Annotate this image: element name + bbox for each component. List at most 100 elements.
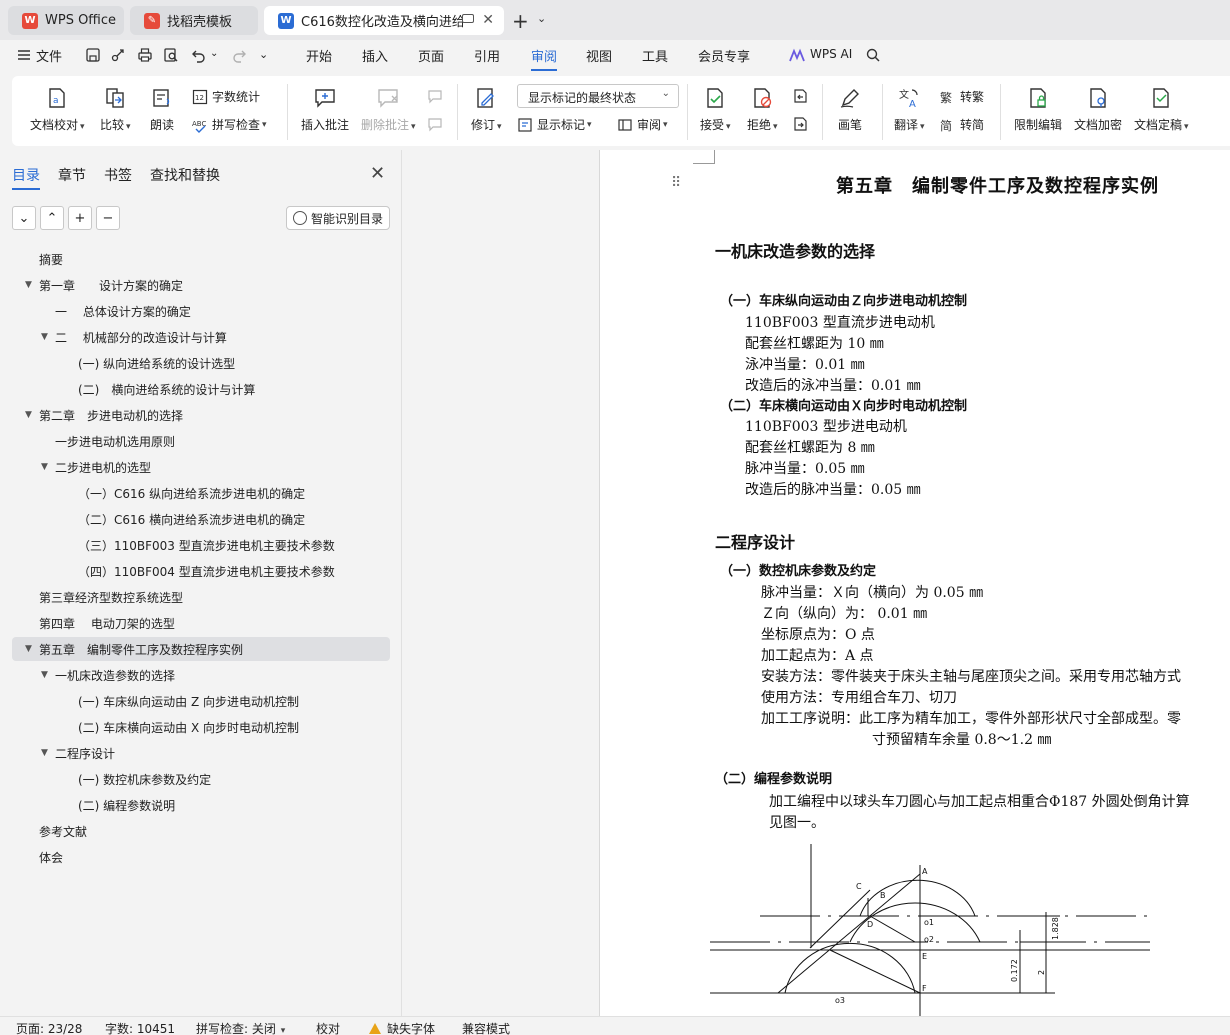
pen-button[interactable]: 画笔 — [838, 86, 862, 133]
menu-insert[interactable]: 插入 — [362, 46, 388, 65]
menu-references[interactable]: 引用 — [474, 46, 500, 65]
print-preview-icon[interactable] — [163, 47, 179, 63]
new-tab-icon[interactable]: + — [512, 9, 529, 33]
expand-toggle-icon[interactable]: ▼ — [25, 410, 32, 420]
toc-item[interactable]: (二) 编程参数说明 — [12, 793, 390, 817]
undo-dropdown-icon[interactable]: ⌄ — [210, 48, 218, 59]
menu-member[interactable]: 会员专享 — [698, 46, 750, 65]
word-count-button[interactable]: 12 字数统计 — [192, 88, 260, 105]
read-aloud-button[interactable]: 朗读 — [150, 86, 174, 133]
toc-item[interactable]: ▼ 一机床改造参数的选择 — [12, 663, 390, 687]
previous-revision-button[interactable] — [792, 88, 812, 104]
expand-toggle-icon[interactable]: ▼ — [25, 644, 32, 654]
proof-status[interactable]: 校对 — [316, 1020, 340, 1035]
toc-item[interactable]: 第四章 电动刀架的选型 — [12, 611, 390, 635]
finalize-button[interactable]: 文档定稿 ▾ — [1134, 86, 1189, 133]
nav-tab-toc[interactable]: 目录 — [12, 165, 40, 185]
menu-review[interactable]: 审阅 — [531, 46, 557, 65]
collapse-all-button[interactable]: ⌃ — [40, 206, 64, 230]
toc-item[interactable]: 体会 — [12, 845, 390, 869]
save-icon[interactable] — [85, 47, 101, 63]
menu-wps-ai[interactable]: WPS AI — [810, 47, 852, 61]
toc-item[interactable]: 参考文献 — [12, 819, 390, 843]
monitor-icon[interactable] — [462, 14, 474, 23]
markup-state-select[interactable]: 显示标记的最终状态 ⌄ — [517, 84, 679, 108]
compare-button[interactable]: 比较 ▾ — [100, 86, 131, 133]
search-icon[interactable] — [865, 47, 881, 63]
page-indicator[interactable]: 页面: 23/28 — [16, 1020, 82, 1035]
wps-ai-icon[interactable] — [789, 48, 805, 64]
drag-handle-icon[interactable]: ⠿ — [671, 175, 681, 191]
expand-toggle-icon[interactable]: ▼ — [25, 280, 32, 290]
encrypt-button[interactable]: 文档加密 — [1074, 86, 1122, 133]
menu-view[interactable]: 视图 — [586, 46, 612, 65]
expand-all-button[interactable]: ⌄ — [12, 206, 36, 230]
to-simplified-button[interactable]: 简 转简 — [940, 116, 984, 133]
toc-item[interactable]: 第三章经济型数控系统选型 — [12, 585, 390, 609]
toc-item[interactable]: ▼ 第一章 设计方案的确定 — [12, 273, 390, 297]
add-heading-button[interactable]: + — [68, 206, 92, 230]
hamburger-menu-icon[interactable] — [16, 47, 32, 63]
menu-start[interactable]: 开始 — [306, 46, 332, 65]
previous-comment-button[interactable] — [427, 88, 447, 104]
next-revision-button[interactable] — [792, 116, 812, 132]
translate-button[interactable]: 文A 翻译 ▾ — [894, 86, 925, 133]
toc-item[interactable]: (一) 数控机床参数及约定 — [12, 767, 390, 791]
remove-heading-button[interactable]: − — [96, 206, 120, 230]
menu-page[interactable]: 页面 — [418, 46, 444, 65]
expand-toggle-icon[interactable]: ▼ — [41, 462, 48, 472]
chevron-down-icon[interactable]: ⌄ — [537, 12, 546, 25]
nav-tab-find-replace[interactable]: 查找和替换 — [150, 165, 220, 185]
toc-item[interactable]: ▼ 二步进电机的选型 — [12, 455, 390, 479]
revise-button[interactable]: 修订 ▾ — [471, 86, 502, 133]
to-traditional-button[interactable]: 繁 转繁 — [940, 88, 984, 105]
toc-item[interactable]: ▼ 第五章 编制零件工序及数控程序实例 — [12, 637, 390, 661]
expand-toggle-icon[interactable]: ▼ — [41, 670, 48, 680]
expand-toggle-icon[interactable]: ▼ — [41, 748, 48, 758]
toc-item[interactable]: 一步进电动机选用原则 — [12, 429, 390, 453]
toc-item[interactable]: （四）110BF004 型直流步进电机主要技术参数 — [12, 559, 390, 583]
toc-item[interactable]: (二) 横向进给系统的设计与计算 — [12, 377, 390, 401]
spell-check-button[interactable]: ABC 拼写检查 ▾ — [192, 116, 267, 133]
toc-item[interactable]: （二）C616 横向进给系流步进电机的确定 — [12, 507, 390, 531]
spell-check-status[interactable]: 拼写检查: 关闭 ▾ — [196, 1020, 285, 1035]
toc-item[interactable]: (一) 车床纵向运动由 Z 向步进电动机控制 — [12, 689, 390, 713]
proofread-button[interactable]: a 文档校对 ▾ — [30, 86, 85, 133]
toc-item[interactable]: （一）C616 纵向进给系流步进电机的确定 — [12, 481, 390, 505]
missing-font-status[interactable]: 缺失字体 — [369, 1020, 435, 1035]
toc-item[interactable]: 一 总体设计方案的确定 — [12, 299, 390, 323]
toc-item[interactable]: （三）110BF003 型直流步进电机主要技术参数 — [12, 533, 390, 557]
reject-button[interactable]: 拒绝 ▾ — [747, 86, 778, 133]
toc-item[interactable]: (一) 纵向进给系统的设计选型 — [12, 351, 390, 375]
nav-tab-sections[interactable]: 章节 — [58, 165, 86, 185]
close-icon[interactable]: ✕ — [370, 163, 385, 184]
accept-button[interactable]: 接受 ▾ — [700, 86, 731, 133]
undo-icon[interactable] — [191, 47, 207, 63]
menu-tools[interactable]: 工具 — [642, 46, 668, 65]
share-icon[interactable] — [110, 47, 126, 63]
tab-docer-templates[interactable]: ✎ 找稻壳模板 — [130, 6, 258, 35]
close-tab-icon[interactable]: ✕ — [482, 12, 494, 28]
redo-icon[interactable] — [231, 47, 247, 63]
show-markup-button[interactable]: 显示标记 ▾ — [517, 116, 592, 133]
restrict-edit-button[interactable]: 限制编辑 — [1014, 86, 1062, 133]
tab-wps-office[interactable]: W WPS Office — [8, 6, 124, 35]
nav-tab-bookmarks[interactable]: 书签 — [104, 165, 132, 185]
toc-item[interactable]: ▼ 二程序设计 — [12, 741, 390, 765]
toc-item[interactable]: (二) 车床横向运动由 X 向步时电动机控制 — [12, 715, 390, 739]
toc-item[interactable]: 摘要 — [12, 247, 390, 271]
next-comment-button[interactable] — [427, 116, 447, 132]
more-quick-access-icon[interactable]: ⌄ — [259, 48, 268, 61]
delete-comment-button[interactable]: 删除批注 ▾ — [361, 86, 416, 133]
toc-item[interactable]: ▼ 二 机械部分的改造设计与计算 — [12, 325, 390, 349]
expand-toggle-icon[interactable]: ▼ — [41, 332, 48, 342]
menu-file[interactable]: 文件 — [36, 46, 62, 65]
insert-comment-button[interactable]: 插入批注 — [301, 86, 349, 133]
smart-toc-button[interactable]: 智能识别目录 — [286, 206, 390, 230]
print-icon[interactable] — [137, 47, 153, 63]
toc-item[interactable]: ▼ 第二章 步进电动机的选择 — [12, 403, 390, 427]
word-count-indicator[interactable]: 字数: 10451 — [105, 1020, 175, 1035]
review-pane-button[interactable]: 审阅 ▾ — [617, 116, 668, 133]
document-page[interactable]: ⠿ 第五章 编制零件工序及数控程序实例 一机床改造参数的选择 （一）车床纵向运动由… — [599, 150, 1230, 1016]
tab-current-document[interactable]: W C616数控化改造及横向进给系 ✕ — [264, 6, 504, 35]
